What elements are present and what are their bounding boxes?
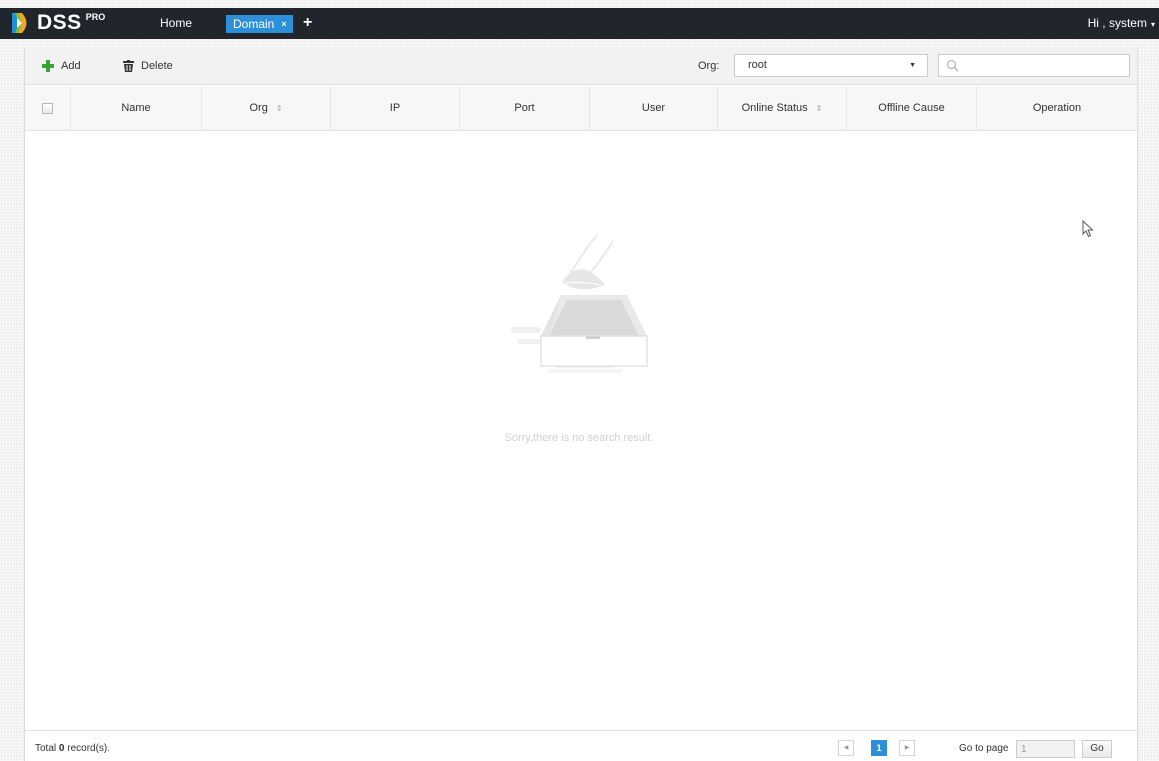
search-input[interactable]: [963, 55, 1129, 76]
column-header-label: IP: [389, 102, 401, 114]
search-icon: [946, 59, 959, 72]
toolbar: Add Delete Org: root ▼: [25, 47, 1137, 85]
total-count: 0: [58, 743, 65, 754]
goto-page-label: Go to page: [959, 743, 1009, 754]
org-filter-label: Org:: [698, 60, 720, 72]
total-records: Total 0 record(s).: [35, 743, 110, 754]
prev-page-button[interactable]: ◀: [838, 740, 854, 756]
empty-state-message: Sorry,there is no search result.: [504, 432, 654, 444]
main-panel: Add Delete Org: root ▼ Name Org ⇕ IP Port…: [24, 47, 1138, 761]
user-menu[interactable]: Hi , system ▾: [1088, 8, 1155, 39]
app-logo: DSS PRO: [9, 11, 105, 36]
app-logo-text: DSS: [37, 11, 82, 34]
column-header-label: User: [641, 102, 666, 114]
page-number-button[interactable]: 1: [871, 740, 887, 756]
column-header-label: Offline Cause: [878, 102, 945, 114]
select-all-checkbox[interactable]: [42, 102, 53, 114]
go-button[interactable]: Go: [1082, 740, 1112, 758]
plus-icon: [42, 60, 54, 72]
column-header-offline-cause[interactable]: Offline Cause: [847, 86, 977, 131]
top-nav-bar: DSS PRO Home Domain × + Hi , system ▾: [0, 8, 1159, 39]
column-header-ip[interactable]: IP: [331, 86, 460, 131]
add-button[interactable]: Add: [42, 47, 81, 85]
tab-domain[interactable]: Domain ×: [226, 15, 293, 33]
delete-button-label: Delete: [141, 60, 173, 72]
trash-icon: [123, 60, 134, 72]
column-header-label: Online Status: [741, 102, 808, 114]
column-header-label: Org: [249, 102, 268, 114]
org-select-value: root: [748, 59, 767, 71]
empty-box-icon: [511, 234, 648, 373]
total-suffix: record(s).: [67, 743, 111, 754]
select-all-cell: [25, 86, 71, 131]
column-header-operation[interactable]: Operation: [977, 86, 1137, 131]
mouse-cursor-icon: [1082, 220, 1094, 238]
tab-domain-label: Domain: [233, 17, 275, 31]
table-footer: Total 0 record(s). ◀ 1 ▶ Go to page Go: [25, 730, 1137, 761]
delete-button[interactable]: Delete: [123, 47, 173, 85]
add-tab-button[interactable]: +: [303, 8, 312, 39]
search-box[interactable]: [938, 54, 1130, 77]
nav-home-link[interactable]: Home: [160, 8, 192, 39]
chevron-down-icon: ▾: [1150, 20, 1155, 29]
org-select[interactable]: root ▼: [734, 54, 928, 77]
add-button-label: Add: [61, 60, 81, 72]
total-prefix: Total: [35, 743, 57, 754]
dss-logo-icon: [12, 13, 27, 33]
sort-icon[interactable]: ⇕: [816, 104, 823, 113]
column-header-label: Name: [121, 102, 151, 114]
dropdown-arrow-icon: ▼: [909, 62, 916, 69]
column-header-name[interactable]: Name: [71, 86, 202, 131]
column-header-online-status[interactable]: Online Status ⇕: [718, 86, 847, 131]
column-header-port[interactable]: Port: [460, 86, 590, 131]
column-header-label: Port: [514, 102, 535, 114]
close-icon[interactable]: ×: [281, 15, 286, 33]
user-greeting: Hi , system: [1087, 16, 1147, 30]
sort-icon[interactable]: ⇕: [276, 104, 283, 113]
app-logo-edition: PRO: [85, 12, 106, 22]
column-header-label: Operation: [1032, 102, 1082, 114]
table-header: Name Org ⇕ IP Port User Online Status ⇕ Of…: [25, 86, 1137, 131]
goto-page-input[interactable]: [1016, 740, 1075, 758]
column-header-user[interactable]: User: [590, 86, 718, 131]
next-page-button[interactable]: ▶: [899, 740, 915, 756]
column-header-org[interactable]: Org ⇕: [202, 86, 331, 131]
